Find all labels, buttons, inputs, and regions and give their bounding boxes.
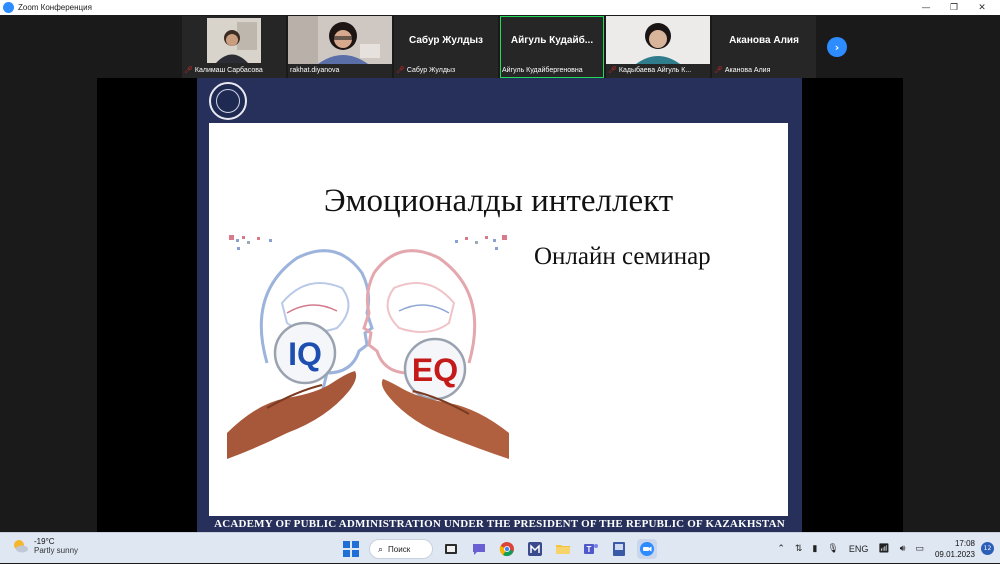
minimize-button[interactable]: — [912,0,940,15]
close-button[interactable]: ✕ [968,0,996,15]
iq-label: IQ [288,336,322,372]
app-icon-m[interactable] [525,539,545,559]
presentation-slide: Эмоционалды интеллект Онлайн семинар IQ … [197,78,802,532]
clock-time: 17:08 [954,538,975,548]
slide-subheading: Онлайн семинар [534,243,711,270]
next-participants-button[interactable]: › [827,37,847,57]
chevron-up-icon[interactable]: ⌃ [777,543,785,554]
search-icon: ⌕ [378,543,384,554]
app-tray-icon[interactable]: ▮ [812,543,817,554]
participant-label: 🎤︎ Сабур Жулдыз [396,65,496,75]
task-view-icon[interactable] [441,539,461,559]
participant-video [288,16,392,64]
shared-screen: Эмоционалды интеллект Онлайн семинар IQ … [97,78,903,532]
participant-label: 🎤︎ Аканова Алия [714,65,814,75]
participant-tile-active-speaker[interactable]: Айгуль Кудайб... Айгуль Кудайбергеновна [500,16,604,78]
notification-badge[interactable]: 12 [981,542,994,555]
participant-strip: 🎤︎ Калимаш Сарбасова rakhat.diyanova Саб… [182,16,816,78]
windows-taskbar: -19°C Partly sunny ⌕ Поиск T ⌃ ⇅ ▮ 🎙︎ EN… [0,532,1000,563]
window-titlebar: Zoom Конференция — ❐ ✕ [0,0,1000,15]
svg-text:T: T [587,545,592,554]
weather-temperature: -19°C [34,537,55,546]
chrome-icon[interactable] [497,539,517,559]
participant-label: 🎤︎ Калимаш Сарбасова [184,65,284,75]
network-adapter-icon[interactable]: ⇅ [795,543,803,554]
muted-mic-icon: 🎤︎ [184,67,193,74]
microphone-icon[interactable]: 🎙︎ [827,543,838,554]
participant-tile[interactable]: 🎤︎ Калимаш Сарбасова [182,16,286,78]
muted-mic-icon: 🎤︎ [608,67,617,74]
participant-label: Айгуль Кудайбергеновна [502,65,602,75]
slide-content-area: Эмоционалды интеллект Онлайн семинар IQ … [209,123,788,516]
partly-sunny-icon [14,540,28,553]
taskbar-apps: ⌕ Поиск T [341,538,657,560]
file-explorer-icon[interactable] [553,539,573,559]
battery-icon[interactable]: ▭ [915,543,924,554]
participant-label: 🎤︎ Кадыбаева Айгуль К... [608,65,708,75]
system-clock[interactable]: 17:08 09.01.2023 [935,538,975,560]
chat-icon[interactable] [469,539,489,559]
slide-footer: ACADEMY OF PUBLIC ADMINISTRATION UNDER T… [214,518,785,530]
eq-label: EQ [412,352,458,388]
system-tray: ⌃ ⇅ ▮ 🎙︎ ENG 📶︎ 🔊︎ ▭ 17:08 09.01.2023 12 [772,533,1000,564]
participant-name: Аканова Алия [724,66,771,74]
participant-tile[interactable]: Сабур Жулдыз 🎤︎ Сабур Жулдыз [394,16,498,78]
participant-tile[interactable]: 🎤︎ Кадыбаева Айгуль К... [606,16,710,78]
participant-tile[interactable]: Аканова Алия 🎤︎ Аканова Алия [712,16,816,78]
participant-video [182,16,286,64]
participant-display-name: Аканова Алия [729,34,799,46]
participant-display-name: Айгуль Кудайб... [510,34,594,46]
windows-start-icon[interactable] [341,539,361,559]
participant-label: rakhat.diyanova [290,65,390,75]
meeting-stage: 🎤︎ Калимаш Сарбасова rakhat.diyanova Саб… [0,15,1000,532]
muted-mic-icon: 🎤︎ [396,67,405,74]
muted-mic-icon: 🎤︎ [714,67,723,74]
language-indicator[interactable]: ENG [849,544,869,554]
academy-logo [209,82,247,120]
volume-icon[interactable]: 🔊︎ [900,543,906,554]
participant-name: Кадыбаева Айгуль К... [618,66,692,74]
participant-name: Калимаш Сарбасова [194,66,263,74]
zoom-taskbar-icon[interactable] [637,539,657,559]
participant-name: Сабур Жулдыз [406,66,456,74]
taskbar-search-button[interactable]: ⌕ Поиск [369,539,433,559]
participant-display-name: Сабур Жулдыз [409,34,483,46]
slide-heading: Эмоционалды интеллект [323,183,674,219]
zoom-app-icon [3,2,14,13]
teams-icon[interactable]: T [581,539,601,559]
weather-widget[interactable]: -19°C Partly sunny [12,537,78,555]
app-icon-sheet[interactable] [609,539,629,559]
restore-button[interactable]: ❐ [940,0,968,15]
participant-video [606,16,710,64]
search-label: Поиск [388,544,411,554]
weather-description: Partly sunny [34,546,79,555]
iq-eq-illustration: IQ EQ [227,235,509,459]
participant-name: Айгуль Кудайбергеновна [502,66,583,74]
participant-tile[interactable]: rakhat.diyanova [288,16,392,78]
wifi-icon[interactable]: 📶︎ [878,543,889,554]
window-title: Zoom Конференция [18,3,92,12]
participant-name: rakhat.diyanova [290,66,340,74]
clock-date: 09.01.2023 [934,549,975,559]
